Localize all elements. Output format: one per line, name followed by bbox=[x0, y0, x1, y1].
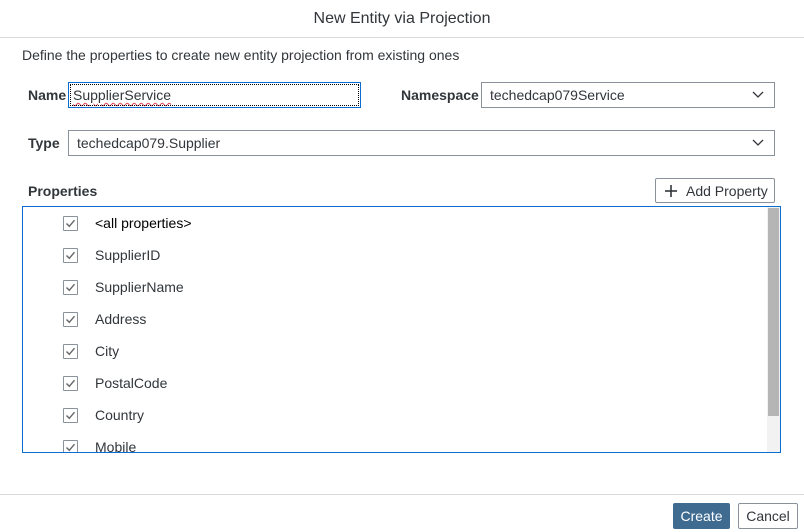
list-item[interactable]: SupplierID bbox=[63, 245, 160, 265]
namespace-select-value: techedcap079Service bbox=[490, 87, 625, 103]
property-label: Mobile bbox=[95, 439, 137, 453]
property-label: City bbox=[95, 343, 120, 359]
property-label: Country bbox=[95, 407, 145, 423]
properties-label: Properties bbox=[28, 183, 98, 199]
namespace-label: Namespace bbox=[401, 87, 479, 103]
checkmark-icon bbox=[65, 251, 76, 259]
dialog-title: New Entity via Projection bbox=[313, 9, 491, 27]
property-checkbox[interactable] bbox=[63, 215, 78, 231]
list-item[interactable]: <all properties> bbox=[63, 213, 192, 233]
cancel-button[interactable]: Cancel bbox=[738, 503, 798, 529]
property-label: PostalCode bbox=[95, 375, 168, 391]
checkmark-icon bbox=[65, 347, 76, 355]
checkmark-icon bbox=[65, 379, 76, 387]
property-checkbox[interactable] bbox=[63, 247, 78, 263]
property-label: SupplierName bbox=[95, 279, 184, 295]
list-item[interactable]: Country bbox=[63, 405, 144, 425]
type-label: Type bbox=[28, 135, 60, 151]
list-item[interactable]: PostalCode bbox=[63, 373, 167, 393]
properties-list[interactable]: <all properties> SupplierID SupplierName… bbox=[22, 206, 781, 453]
list-item[interactable]: Mobile bbox=[63, 437, 137, 453]
list-item[interactable]: Address bbox=[63, 309, 146, 329]
property-checkbox[interactable] bbox=[63, 279, 78, 295]
new-entity-dialog: New Entity via Projection Define the pro… bbox=[0, 0, 804, 532]
type-select[interactable]: techedcap079.Supplier bbox=[68, 130, 775, 156]
property-checkbox[interactable] bbox=[63, 311, 78, 327]
checkmark-icon bbox=[65, 411, 76, 419]
property-checkbox[interactable] bbox=[63, 407, 78, 423]
checkmark-icon bbox=[65, 283, 76, 291]
checkmark-icon bbox=[65, 315, 76, 323]
name-input-value: SupplierService bbox=[73, 87, 172, 103]
property-checkbox[interactable] bbox=[63, 343, 78, 359]
property-checkbox[interactable] bbox=[63, 439, 78, 452]
property-label: <all properties> bbox=[95, 215, 192, 231]
plus-icon bbox=[665, 184, 677, 197]
property-checkbox[interactable] bbox=[63, 375, 78, 391]
add-property-button[interactable]: Add Property bbox=[655, 178, 775, 203]
scrollbar-thumb[interactable] bbox=[768, 208, 779, 416]
add-property-label: Add Property bbox=[686, 182, 768, 199]
property-label: SupplierID bbox=[95, 247, 161, 263]
checkmark-icon bbox=[65, 219, 76, 227]
dialog-header: New Entity via Projection bbox=[0, 0, 804, 38]
type-select-value: techedcap079.Supplier bbox=[77, 135, 221, 151]
checkmark-icon bbox=[65, 443, 76, 451]
create-button[interactable]: Create bbox=[673, 503, 730, 529]
name-label: Name bbox=[28, 87, 67, 103]
property-label: Address bbox=[95, 311, 147, 327]
chevron-down-icon[interactable] bbox=[752, 90, 764, 100]
dialog-footer: Create Cancel bbox=[0, 494, 804, 532]
name-input[interactable]: SupplierService bbox=[68, 82, 361, 108]
chevron-down-icon[interactable] bbox=[752, 138, 764, 148]
dialog-description: Define the properties to create new enti… bbox=[22, 47, 460, 63]
list-item[interactable]: SupplierName bbox=[63, 277, 184, 297]
namespace-select[interactable]: techedcap079Service bbox=[481, 82, 775, 108]
properties-scrollbar[interactable] bbox=[767, 207, 780, 452]
list-item[interactable]: City bbox=[63, 341, 119, 361]
